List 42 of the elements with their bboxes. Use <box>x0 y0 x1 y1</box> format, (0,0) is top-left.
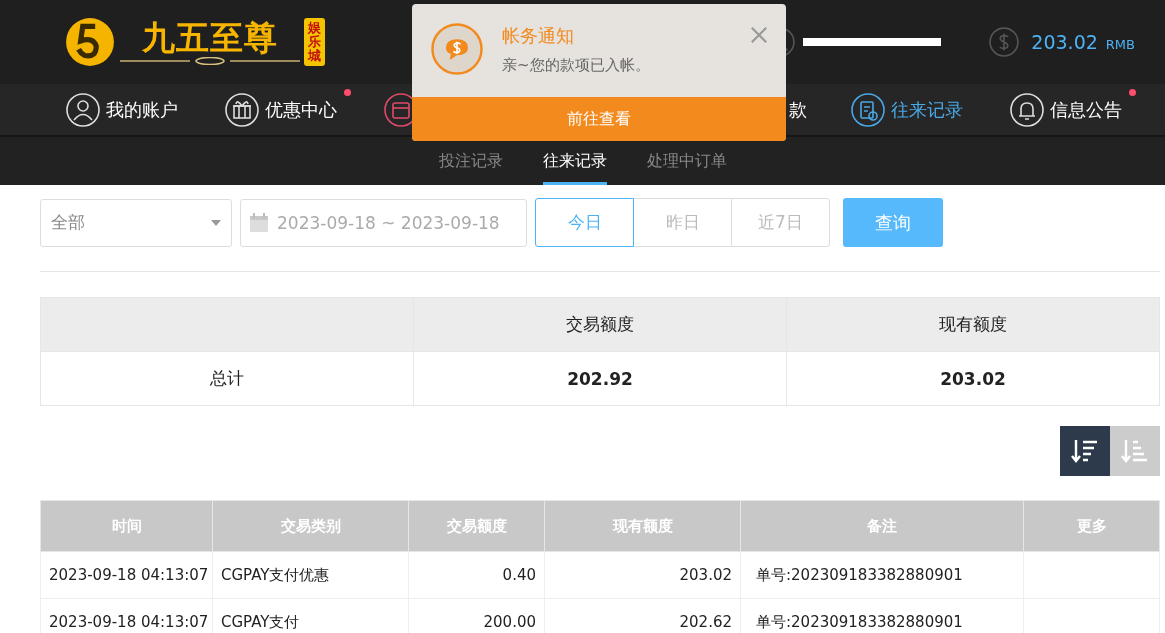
dollar-icon <box>989 27 1020 57</box>
nav-item[interactable]: 往来记录 <box>851 86 1010 133</box>
view-button[interactable]: 前往查看 <box>412 97 786 141</box>
nav-item[interactable]: 优惠中心 <box>225 86 384 133</box>
table-cell: 203.02 <box>679 566 732 584</box>
record-icon <box>851 92 885 127</box>
nav-item[interactable]: 信息公告 <box>1010 86 1136 133</box>
table-cell: 200.00 <box>483 613 536 631</box>
date-range-field[interactable]: 2023-09-18 ~ 2023-09-18 <box>240 198 527 247</box>
notification-message: 亲~您的款项已入帐。 <box>502 56 651 75</box>
ornament-icon <box>120 57 300 65</box>
caret-icon <box>211 219 221 226</box>
table-cell: 203.02 <box>786 351 1160 406</box>
date-preset-button[interactable]: 今日 <box>535 198 634 247</box>
table-cell: 202.92 <box>413 351 787 406</box>
notification-dot <box>1129 88 1136 96</box>
balance-amount: 203.02 <box>1031 31 1098 53</box>
logo-badge: 娱乐城 <box>304 17 325 67</box>
table-cell: 2023-09-18 04:13:07 <box>49 613 209 631</box>
table-cell: 0.40 <box>502 566 536 584</box>
user-icon <box>66 92 100 127</box>
sort-descending-button[interactable] <box>1060 426 1110 476</box>
logo-name: 九五至尊 <box>142 19 278 57</box>
calendar-icon <box>249 212 269 233</box>
table-cell: 单号:202309183382880901 <box>756 565 963 584</box>
column-header: 交易额度 <box>413 297 787 352</box>
logo-emblem-icon <box>64 16 116 68</box>
gift-icon <box>225 92 259 127</box>
table-cell: 202.62 <box>679 613 732 631</box>
table-cell: CGPAY支付优惠 <box>221 565 330 584</box>
bell-icon <box>1010 92 1044 127</box>
notification-dot <box>344 88 351 96</box>
type-select[interactable]: 全部 <box>40 198 232 247</box>
speech-bubble-dollar-icon <box>430 22 484 76</box>
notification-title: 帐务通知 <box>502 24 575 48</box>
table-cell: 总计 <box>40 351 414 406</box>
table-cell: 单号:202309183382880901 <box>756 612 963 631</box>
table-cell: CGPAY支付 <box>221 612 300 631</box>
table-cell: 2023-09-18 04:13:07 <box>49 566 209 584</box>
nav-item[interactable]: 我的账户 <box>66 86 225 133</box>
column-header: 现有额度 <box>786 297 1160 352</box>
balance-currency: RMB <box>1105 36 1135 52</box>
